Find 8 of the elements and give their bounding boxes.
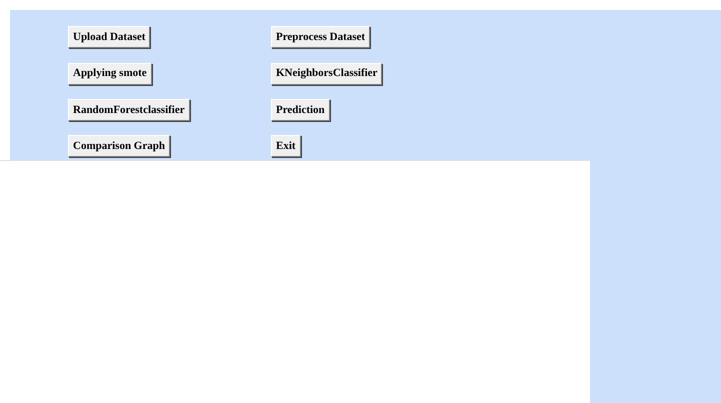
action-button[interactable]: Prediction bbox=[271, 98, 330, 121]
action-button[interactable]: Applying smote bbox=[68, 62, 152, 84]
action-button[interactable]: Preprocess Dataset bbox=[271, 26, 370, 48]
action-button[interactable]: Exit bbox=[271, 135, 301, 157]
action-button[interactable]: Upload Dataset bbox=[68, 26, 150, 48]
action-button[interactable]: Comparison Graph bbox=[68, 135, 170, 157]
action-button[interactable]: RandomForestclassifier bbox=[68, 98, 190, 121]
action-button[interactable]: KNeighborsClassifier bbox=[271, 62, 382, 84]
